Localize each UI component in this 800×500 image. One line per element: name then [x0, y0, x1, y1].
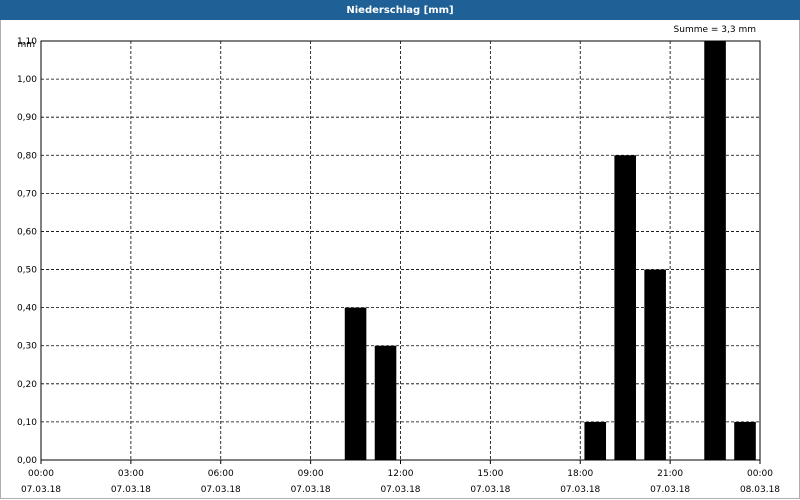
x-tick-date: 07.03.18 — [111, 485, 151, 495]
chart-frame: 0,00 0,10 0,20 0,30 0,40 0,50 0,60 0,70 0,80 0,90… — [0, 20, 800, 499]
x-tick-date: 07.03.18 — [21, 485, 61, 495]
x-tick-time: 09:00 — [298, 469, 324, 479]
y-tick-label: 1,00 — [17, 75, 37, 85]
x-tick-time: 21:00 — [657, 469, 683, 479]
x-tick-time: 12:00 — [388, 469, 414, 479]
precipitation-bar — [644, 269, 666, 460]
sum-annotation: Summe = 3,3 mm — [674, 25, 756, 35]
x-tick-time: 06:00 — [208, 469, 234, 479]
x-tick-time: 15:00 — [477, 469, 503, 479]
x-tick-date: 07.03.18 — [470, 485, 510, 495]
x-tick-date: 07.03.18 — [291, 485, 331, 495]
y-tick-label: 0,20 — [17, 380, 37, 390]
precipitation-bar — [704, 41, 726, 460]
precipitation-bar — [734, 421, 756, 460]
precipitation-bar — [344, 307, 367, 460]
x-tick-date: 08.03.18 — [740, 485, 780, 495]
y-tick-label: 0,90 — [17, 113, 37, 123]
precipitation-bar-chart: 0,00 0,10 0,20 0,30 0,40 0,50 0,60 0,70 0,80 0,90… — [17, 25, 780, 495]
y-tick-label: 0,70 — [17, 189, 37, 199]
y-tick-label: 0,60 — [17, 227, 37, 237]
x-tick-time: 18:00 — [567, 469, 593, 479]
y-tick-label: 0,30 — [17, 342, 37, 352]
y-tick-label: 0,50 — [17, 266, 37, 276]
x-tick-time: 00:00 — [28, 469, 54, 479]
x-tick-date: 07.03.18 — [380, 485, 420, 495]
y-tick-label: 0,00 — [17, 456, 37, 466]
y-axis-unit-label: mm — [17, 40, 35, 50]
x-tick-date: 07.03.18 — [650, 485, 690, 495]
y-tick-label: 0,10 — [17, 418, 37, 428]
x-tick-date: 07.03.18 — [560, 485, 600, 495]
chart-title-bar: Niederschlag [mm] — [0, 0, 800, 20]
precipitation-bar — [374, 345, 397, 460]
x-tick-date: 07.03.18 — [201, 485, 241, 495]
precipitation-bar — [584, 421, 607, 460]
y-tick-label: 0,80 — [17, 151, 37, 161]
precipitation-bar — [614, 155, 636, 461]
x-tick-time: 03:00 — [118, 469, 144, 479]
x-tick-time: 00:00 — [747, 469, 773, 479]
y-tick-label: 0,40 — [17, 304, 37, 314]
chart-title: Niederschlag [mm] — [346, 4, 454, 16]
